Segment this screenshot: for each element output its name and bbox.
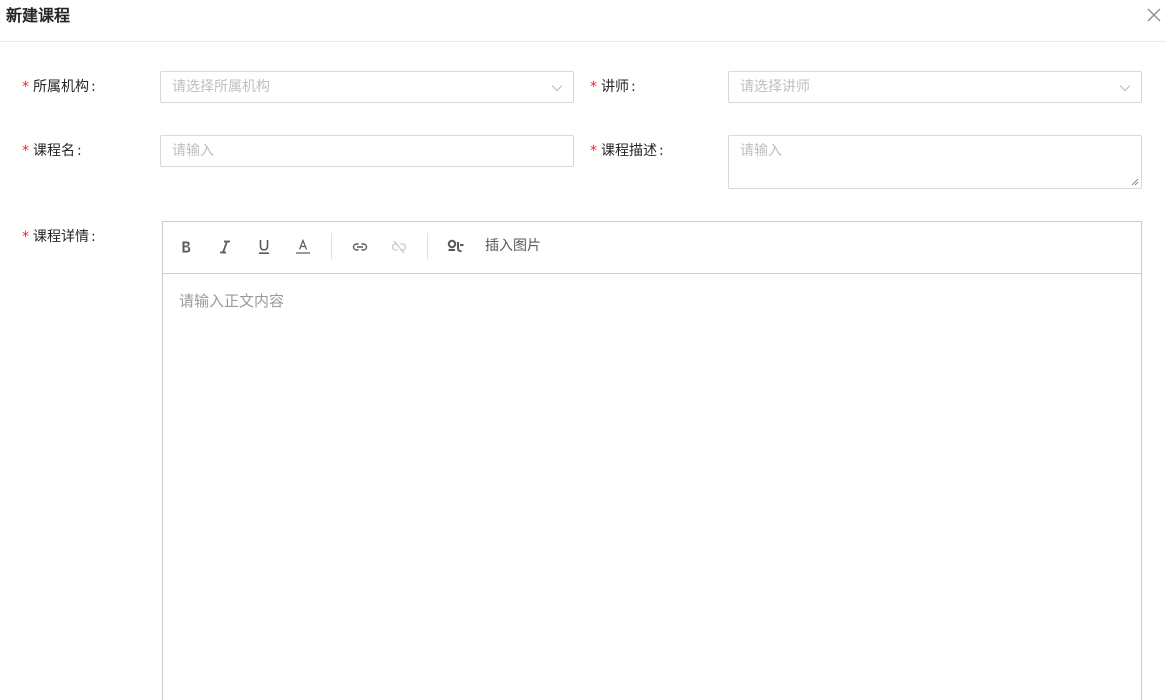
course-description-textarea[interactable]: 请输入 (728, 135, 1142, 189)
course-description-placeholder: 请输入 (740, 143, 782, 159)
italic-icon (220, 240, 230, 254)
required-mark: * (590, 143, 597, 159)
close-button[interactable] (1146, 7, 1162, 23)
bold-icon (182, 241, 191, 253)
lecturer-label: * 讲师: (590, 77, 636, 97)
chevron-down-icon (1119, 85, 1131, 92)
font-color-icon (296, 239, 310, 254)
underline-icon (259, 240, 269, 254)
image-icon (447, 239, 464, 253)
underline-button[interactable] (251, 235, 277, 259)
label-colon: : (77, 143, 82, 159)
lecturer-select[interactable]: 请选择讲师 (728, 71, 1142, 103)
label-colon: : (91, 229, 96, 245)
italic-button[interactable] (212, 235, 238, 259)
course-name-label-text: 课程名 (33, 143, 75, 159)
label-colon: : (91, 79, 96, 95)
unlink-icon (391, 240, 407, 254)
toolbar-separator (427, 233, 428, 259)
font-color-button[interactable] (290, 235, 316, 259)
insert-image-label[interactable]: 插入图片 (485, 236, 541, 256)
lecturer-label-text: 讲师 (601, 79, 629, 95)
insert-image-button[interactable] (443, 235, 469, 259)
institution-label-text: 所属机构 (33, 79, 89, 95)
required-mark: * (22, 79, 29, 95)
course-name-input[interactable]: 请输入 (160, 135, 574, 167)
new-course-modal: 新建课程 * 所属机构: 请选择所属机构 * 讲师: 请选择讲师 * 课程名: 请输入… (0, 0, 1166, 700)
link-button[interactable] (347, 235, 373, 259)
required-mark: * (590, 79, 597, 95)
course-description-label-text: 课程描述 (601, 143, 657, 159)
course-description-label: * 课程描述: (590, 141, 664, 161)
chevron-down-icon (551, 85, 563, 92)
institution-select-placeholder: 请选择所属机构 (172, 79, 270, 95)
close-icon[interactable] (1146, 7, 1162, 23)
course-name-placeholder: 请输入 (172, 143, 214, 159)
course-details-label: * 课程详情: (22, 227, 96, 247)
course-name-label: * 课程名: (22, 141, 82, 161)
modal-header: 新建课程 (0, 0, 1166, 42)
editor-content-area[interactable]: 请输入正文内容 (163, 274, 1141, 700)
editor-placeholder: 请输入正文内容 (179, 292, 285, 310)
rich-text-editor: 插入图片 请输入正文内容 (162, 221, 1142, 700)
required-mark: * (22, 143, 29, 159)
label-colon: : (631, 79, 636, 95)
unlink-button[interactable] (386, 235, 412, 259)
label-colon: : (659, 143, 664, 159)
link-icon (352, 243, 368, 251)
institution-label: * 所属机构: (22, 77, 96, 97)
lecturer-select-placeholder: 请选择讲师 (740, 79, 810, 95)
modal-title: 新建课程 (6, 6, 71, 25)
institution-select[interactable]: 请选择所属机构 (160, 71, 574, 103)
bold-button[interactable] (173, 235, 199, 259)
resize-handle-icon[interactable] (1131, 178, 1139, 186)
required-mark: * (22, 229, 29, 245)
course-details-label-text: 课程详情 (33, 229, 89, 245)
toolbar-separator (331, 233, 332, 259)
editor-toolbar: 插入图片 (163, 222, 1141, 274)
